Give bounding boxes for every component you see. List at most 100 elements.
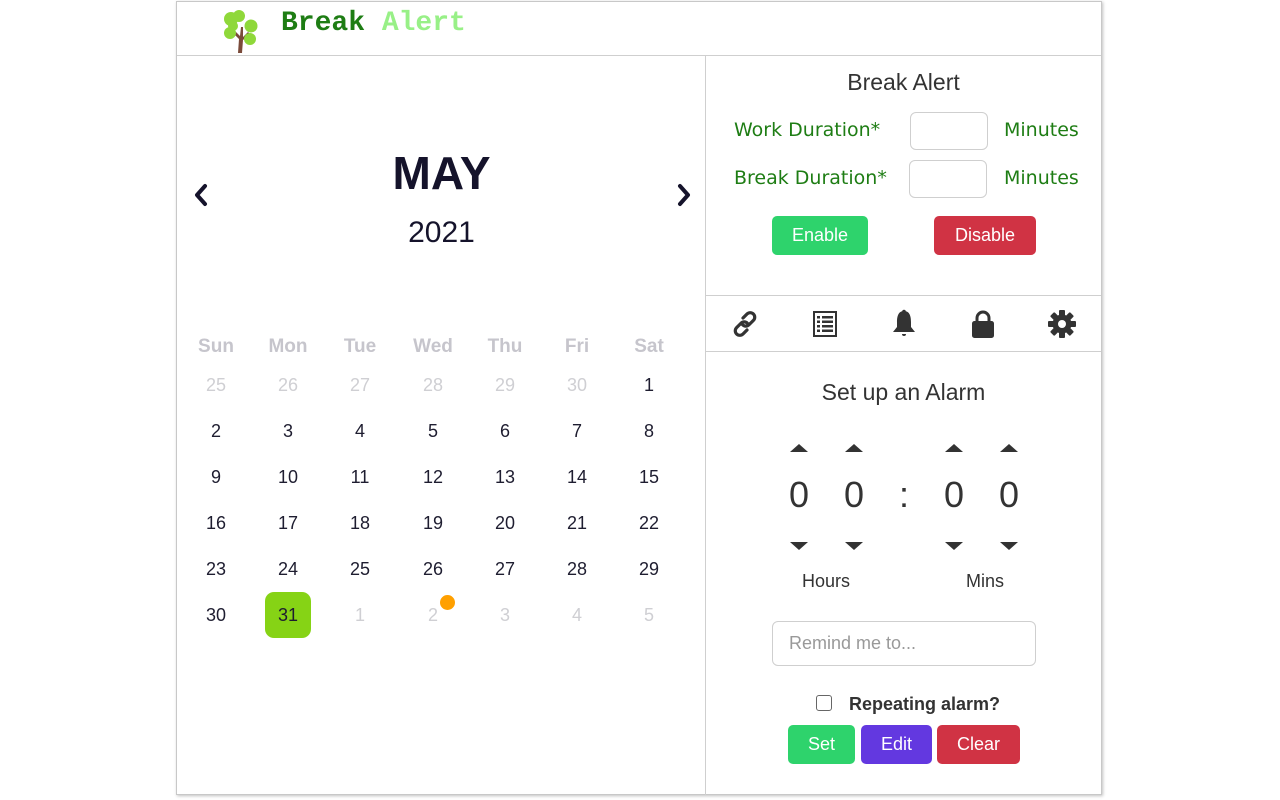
calendar-day[interactable]: 15: [619, 462, 679, 492]
calendar-day[interactable]: 7: [547, 416, 607, 446]
calendar-week: 16 17 18 19 20 21 22: [177, 508, 706, 554]
min-tens-down-icon[interactable]: [939, 540, 969, 554]
hours-label: Hours: [802, 571, 851, 591]
enable-button[interactable]: Enable: [772, 216, 868, 255]
hour-ones-up-icon[interactable]: [839, 440, 869, 454]
hour-tens-down-icon[interactable]: [784, 540, 814, 554]
calendar-day[interactable]: 12: [403, 462, 463, 492]
toolbar: [706, 296, 1101, 352]
calendar-day-today[interactable]: 31: [258, 600, 318, 630]
lock-icon[interactable]: [967, 308, 999, 340]
calendar-day-other-month[interactable]: 30: [547, 370, 607, 400]
calendar-day-other-month[interactable]: 26: [258, 370, 318, 400]
calendar-day[interactable]: 20: [475, 508, 535, 538]
break-alert-panel: Break Alert Work Duration* Minutes Break…: [706, 56, 1101, 296]
app-title-part2: Alert: [381, 8, 466, 39]
calendar-day[interactable]: 24: [258, 554, 318, 584]
calendar-day-other-month[interactable]: 28: [403, 370, 463, 400]
calendar-day[interactable]: 22: [619, 508, 679, 538]
clear-button[interactable]: Clear: [937, 725, 1020, 764]
time-separator: :: [898, 474, 909, 515]
calendar-week: 23 24 25 26 27 28 29: [177, 554, 706, 600]
min-ones-down-icon[interactable]: [994, 540, 1024, 554]
break-duration-label: Break Duration*: [734, 167, 887, 189]
repeating-alarm-label: Repeating alarm?: [849, 694, 1001, 714]
list-icon[interactable]: [809, 308, 841, 340]
calendar-day-other-month[interactable]: 25: [186, 370, 246, 400]
calendar-day[interactable]: 21: [547, 508, 607, 538]
weekday-sun: Sun: [198, 336, 234, 357]
calendar-week: 25 26 27 28 29 30 1: [177, 370, 706, 416]
min-ones-digit: 0: [998, 474, 1020, 515]
calendar-month: MAY: [392, 147, 491, 199]
calendar-day[interactable]: 16: [186, 508, 246, 538]
calendar-day[interactable]: 26: [403, 554, 463, 584]
app-title-part1: Break: [281, 8, 366, 39]
calendar-day[interactable]: 14: [547, 462, 607, 492]
weekday-thu: Thu: [487, 336, 523, 357]
calendar-day[interactable]: 29: [619, 554, 679, 584]
link-icon[interactable]: [729, 308, 761, 340]
calendar-day[interactable]: 6: [475, 416, 535, 446]
calendar-day[interactable]: 17: [258, 508, 318, 538]
calendar-day[interactable]: 9: [186, 462, 246, 492]
calendar-day[interactable]: 5: [403, 416, 463, 446]
bell-icon[interactable]: [888, 308, 920, 340]
calendar-day[interactable]: 10: [258, 462, 318, 492]
work-duration-input[interactable]: [910, 112, 988, 150]
min-ones-up-icon[interactable]: [994, 440, 1024, 454]
set-button[interactable]: Set: [788, 725, 855, 764]
calendar-day[interactable]: 28: [547, 554, 607, 584]
alarm-title: Set up an Alarm: [821, 379, 986, 405]
calendar-day-other-month[interactable]: 3: [475, 600, 535, 630]
app-header: Break Alert: [177, 2, 1101, 56]
min-tens-up-icon[interactable]: [939, 440, 969, 454]
calendar-day-other-month[interactable]: 1: [330, 600, 390, 630]
break-duration-unit: Minutes: [1004, 167, 1079, 189]
mins-label: Mins: [966, 571, 1005, 591]
edit-button[interactable]: Edit: [861, 725, 932, 764]
calendar-week: 30 31 1 2 3 4 5: [177, 592, 706, 646]
calendar-day[interactable]: 8: [619, 416, 679, 446]
calendar-day[interactable]: 18: [330, 508, 390, 538]
calendar-week: 9 10 11 12 13 14 15: [177, 462, 706, 508]
calendar-day[interactable]: 3: [258, 416, 318, 446]
repeating-alarm-checkbox[interactable]: [816, 695, 832, 711]
calendar-day[interactable]: 13: [475, 462, 535, 492]
tree-icon: [224, 10, 258, 53]
hour-ones-down-icon[interactable]: [839, 540, 869, 554]
calendar-year: 2021: [408, 216, 475, 249]
calendar-day-other-month[interactable]: 5: [619, 600, 679, 630]
calendar-body: 25 26 27 28 29 30 1 2 3 4 5 6 7 8 9 10 11 12 13 14 15 16 17 18 1…: [177, 370, 706, 646]
weekday-tue: Tue: [343, 336, 377, 357]
calendar-day-other-month[interactable]: 27: [330, 370, 390, 400]
calendar-day[interactable]: 11: [330, 462, 390, 492]
weekday-mon: Mon: [268, 336, 308, 357]
weekday-sat: Sat: [634, 336, 664, 357]
break-alert-title: Break Alert: [847, 69, 960, 95]
calendar-panel: MAY 2021 Sun Mon Tue Wed Thu Fri Sat 25 26 27 28 2…: [177, 56, 706, 795]
calendar-day[interactable]: 4: [330, 416, 390, 446]
hour-tens-up-icon[interactable]: [784, 440, 814, 454]
calendar-grid: Sun Mon Tue Wed Thu Fri Sat 25 26 27 28 29 30 1 2 3 4 5 6…: [177, 332, 706, 646]
work-duration-unit: Minutes: [1004, 119, 1079, 141]
calendar-day[interactable]: 23: [186, 554, 246, 584]
calendar-day[interactable]: 27: [475, 554, 535, 584]
calendar-day[interactable]: 2: [186, 416, 246, 446]
calendar-day-other-month[interactable]: 29: [475, 370, 535, 400]
event-dot: [440, 595, 455, 610]
calendar-day[interactable]: 1: [619, 370, 679, 400]
calendar-day-other-month[interactable]: 4: [547, 600, 607, 630]
gear-icon[interactable]: [1046, 308, 1078, 340]
disable-button[interactable]: Disable: [934, 216, 1036, 255]
break-duration-input[interactable]: [909, 160, 987, 198]
calendar-day[interactable]: 25: [330, 554, 390, 584]
alarm-panel: Set up an Alarm 0 0 : 0 0 Hours Mins Rep…: [706, 352, 1101, 795]
chevron-right-icon[interactable]: [672, 180, 696, 210]
remind-input[interactable]: [772, 621, 1036, 666]
work-duration-label: Work Duration*: [734, 119, 881, 141]
weekday-header: Sun Mon Tue Wed Thu Fri Sat: [177, 332, 706, 370]
calendar-day[interactable]: 30: [186, 600, 246, 630]
calendar-day[interactable]: 19: [403, 508, 463, 538]
calendar-week: 2345678: [177, 416, 706, 462]
